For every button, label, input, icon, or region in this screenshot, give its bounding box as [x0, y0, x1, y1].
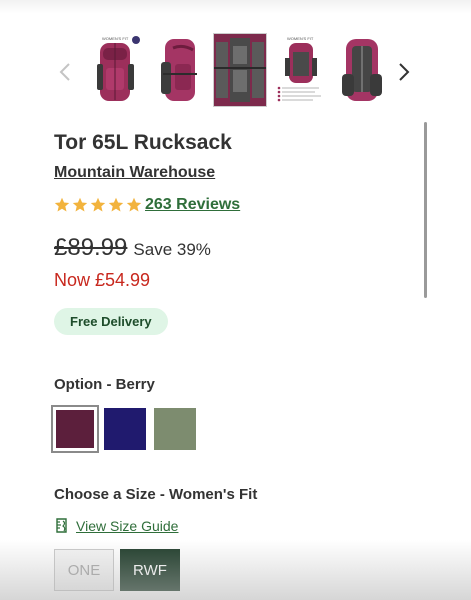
star-icon	[108, 197, 124, 212]
size-guide-icon	[56, 518, 67, 533]
swatch-navy[interactable]	[104, 408, 146, 450]
carousel-next-button[interactable]	[393, 57, 415, 87]
backpack-image-side	[153, 34, 205, 106]
free-delivery-badge: Free Delivery	[54, 308, 168, 335]
thumbnail-strip: WOMEN'S FIT WOMEN'S FIT	[92, 33, 388, 107]
thumb-label: WOMEN'S FIT	[102, 36, 129, 41]
size-options: ONE RWF	[54, 549, 180, 591]
star-icon	[90, 197, 106, 212]
top-fade	[0, 0, 471, 14]
scrollbar[interactable]	[424, 122, 427, 298]
size-label: Choose a Size - Women's Fit	[54, 486, 258, 503]
backpack-image-front: WOMEN'S FIT	[92, 34, 144, 106]
thumbnail-5[interactable]	[336, 34, 388, 106]
old-price: £89.99	[54, 234, 128, 261]
backpack-image-features: WOMEN'S FIT	[275, 34, 327, 106]
thumbnail-1[interactable]: WOMEN'S FIT	[92, 34, 144, 106]
reviews-link[interactable]: 263 Reviews	[145, 196, 240, 214]
brand-link[interactable]: Mountain Warehouse	[54, 164, 215, 182]
color-swatches	[51, 405, 196, 453]
rating: 263 Reviews	[54, 196, 240, 214]
now-price: Now £54.99	[54, 270, 151, 290]
star-icon	[54, 197, 70, 212]
star-rating	[54, 197, 142, 213]
carousel-prev-button[interactable]	[54, 57, 76, 87]
size-guide-label: View Size Guide	[76, 517, 179, 534]
thumbnail-4[interactable]: WOMEN'S FIT	[275, 34, 327, 106]
option-label: Option - Berry	[54, 376, 155, 393]
star-icon	[126, 197, 142, 212]
chevron-right-icon	[399, 63, 410, 81]
backpack-image-back-detail	[214, 34, 266, 106]
backpack-image-harness	[336, 34, 388, 106]
thumb-label: WOMEN'S FIT	[287, 36, 314, 41]
size-guide-link[interactable]: View Size Guide	[54, 517, 178, 534]
image-carousel: WOMEN'S FIT WOMEN'S FIT	[0, 30, 471, 114]
save-percentage: Save 39%	[133, 240, 211, 259]
star-icon	[72, 197, 88, 212]
chevron-left-icon	[59, 63, 70, 81]
swatch-berry[interactable]	[51, 405, 99, 453]
product-title: Tor 65L Rucksack	[54, 131, 232, 154]
price-row: £89.99 Save 39%	[54, 234, 211, 262]
size-option-one[interactable]: ONE	[54, 549, 114, 591]
thumbnail-3[interactable]	[213, 33, 267, 107]
thumbnail-2[interactable]	[153, 34, 205, 106]
swatch-khaki[interactable]	[154, 408, 196, 450]
size-option-rwf[interactable]: RWF	[120, 549, 180, 591]
